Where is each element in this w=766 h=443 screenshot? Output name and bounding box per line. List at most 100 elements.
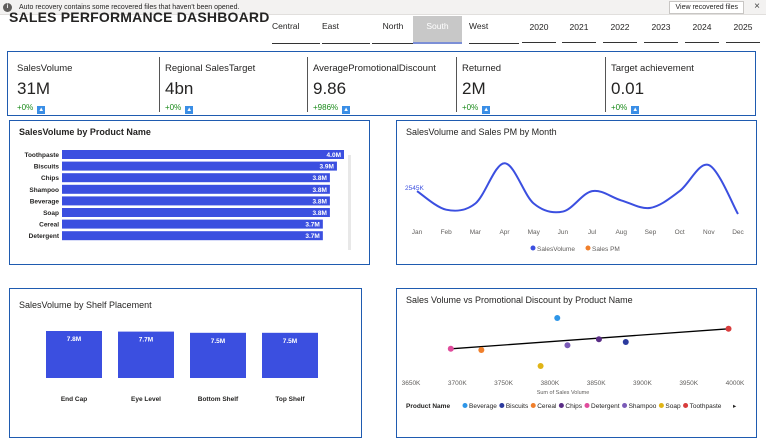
bar [62,161,337,171]
data-point [622,339,629,345]
region-label: South [426,21,449,31]
scrollbar [348,155,351,250]
category-label: Chips [41,175,59,182]
data-label: 7.8M [67,336,81,343]
year-2025-button[interactable]: 2025 [724,16,762,44]
legend-label: Chips [565,403,582,410]
kpi-strip: SalesVolume 31M +0% ▲ Regional SalesTarge… [7,51,756,116]
region-south-button[interactable]: South [413,16,462,44]
x-tick-label: Feb [441,229,453,236]
category-label: Soap [43,210,59,217]
data-label: 3.8M [312,175,326,182]
x-tick-label: Oct [675,229,685,236]
scatter-chart: 3650K 3700K 3750K 3800K 3850K 3900K 3950K 4000K… [402,315,745,410]
series-line-salesvolume [416,162,739,215]
kpi-label: Target achievement [611,63,694,74]
x-tick-label: Jan [412,229,423,236]
underline [469,43,519,44]
category-label: Shampoo [29,187,59,194]
legend-marker [585,245,591,251]
view-recovered-files-button[interactable]: View recovered files [669,1,744,14]
data-point [595,336,602,343]
kpi-label: AveragePromotionalDiscount [313,63,436,74]
bar [62,208,330,217]
legend-label: Toothpaste [690,403,722,410]
year-label: 2021 [569,22,589,32]
category-label: Detergent [29,233,60,240]
dashboard-title: SALES PERFORMANCE DASHBOARD [9,12,270,25]
legend-more-icon: ▸ [733,403,737,410]
underline [322,43,370,44]
year-2024-button[interactable]: 2024 [683,16,721,44]
year-label: 2024 [692,22,712,32]
kpi-label: SalesVolume [17,63,73,74]
card-sales-by-product: SalesVolume by Product Name Toothpaste 4.… [9,120,370,265]
kpi-divider [307,57,308,112]
x-tick-label: 3650K [402,380,421,387]
kpi-regional-sales-target: Regional SalesTarget 4bn +0% ▲ [162,55,302,114]
kpi-change-text: +0% [165,103,182,112]
bar [62,150,344,159]
info-icon: i [3,3,12,12]
x-tick-label: 3750K [494,380,513,387]
kpi-change-text: +0% [17,103,34,112]
underline [413,42,462,44]
arrow-up-icon: ▲ [631,106,640,114]
shelf-bar-chart: 7.8M End Cap 7.7M Eye Level 7.5M Bottom Shelf… [46,331,318,403]
year-2020-button[interactable]: 2020 [520,16,558,44]
data-label: 3.9M [319,164,333,171]
bar [62,184,330,194]
year-label: 2022 [610,22,630,32]
close-icon[interactable]: × [754,0,760,14]
kpi-average-promotional-discount: AveragePromotionalDiscount 9.86 +986% ▲ [310,55,458,114]
kpi-divider [159,57,160,112]
arrow-up-icon: ▲ [185,106,194,114]
arrow-up-icon: ▲ [482,106,491,114]
category-label: Top Shelf [275,396,305,403]
kpi-divider [456,57,457,112]
year-label: 2023 [651,22,671,32]
legend-marker [658,403,664,408]
kpi-change: +0% ▲ [611,103,640,114]
card-sales-by-month: SalesVolume and Sales PM by Month 2545K J… [396,120,757,265]
kpi-change-text: +0% [611,103,628,112]
data-point [537,363,544,369]
kpi-value: 9.86 [313,79,347,98]
region-north-button[interactable]: North [372,16,414,44]
legend-marker [584,403,590,408]
kpi-sales-volume: SalesVolume 31M +0% ▲ [14,55,154,114]
legend-label: Biscuits [506,403,529,410]
legend-title: Product Name [406,403,450,410]
bar [62,231,323,241]
data-label: 7.7M [139,337,153,344]
year-2021-button[interactable]: 2021 [560,16,598,44]
category-label: Cereal [39,222,59,229]
trend-line [450,328,729,350]
legend-label: Beverage [469,403,497,410]
data-label: 7.5M [211,338,225,345]
underline [644,42,678,43]
legend-label: Detergent [591,403,620,410]
underline [272,43,320,44]
kpi-label: Returned [462,63,502,74]
year-label: 2025 [733,22,753,32]
card-sales-by-shelf: SalesVolume by Shelf Placement 7.8M End C… [9,288,362,438]
data-point [564,342,571,349]
data-label: 3.8M [312,198,326,205]
legend-marker [558,403,564,408]
region-east-button[interactable]: East [322,16,372,44]
region-central-button[interactable]: Central [272,16,322,44]
data-point [447,345,454,352]
category-label: Eye Level [131,396,161,403]
annotation-label: 2545K [405,185,424,192]
data-label: 3.7M [305,222,319,229]
category-label: Toothpaste [24,152,59,159]
kpi-change-text: +986% [313,103,339,112]
region-label: Central [272,21,300,31]
region-west-button[interactable]: West [469,16,519,44]
year-2022-button[interactable]: 2022 [601,16,639,44]
data-label: 3.7M [305,233,319,240]
year-2023-button[interactable]: 2023 [642,16,680,44]
underline [522,42,556,43]
kpi-value: 4bn [165,79,194,98]
